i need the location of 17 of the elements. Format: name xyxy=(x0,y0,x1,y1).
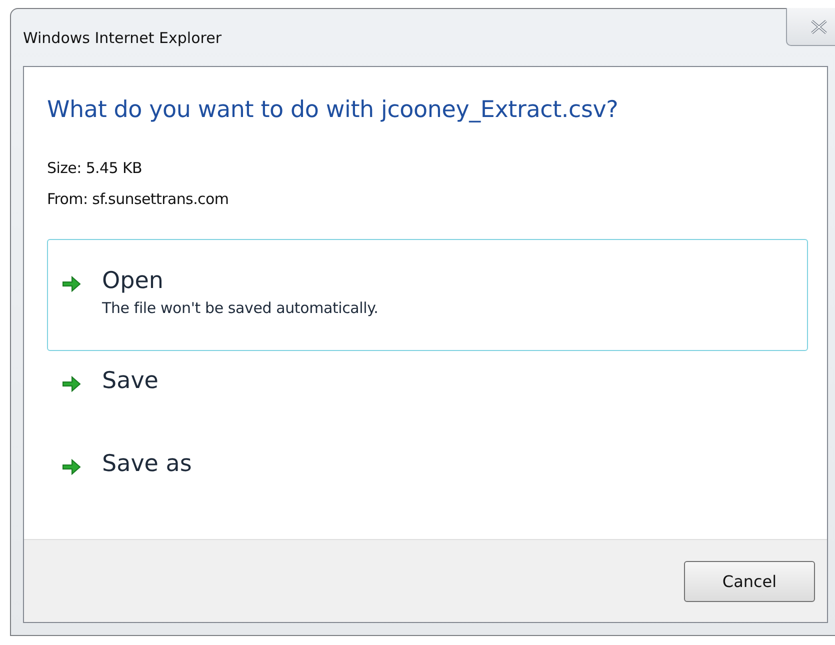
option-label: Save as xyxy=(102,451,192,477)
arrow-icon xyxy=(62,375,82,393)
file-detail: Size: 5.45 KB xyxy=(47,158,144,179)
close-icon xyxy=(810,20,828,34)
window-title: Windows Internet Explorer xyxy=(23,29,222,47)
arrow-icon xyxy=(62,275,82,293)
option-button[interactable]: Save xyxy=(47,351,808,434)
option-label: Open xyxy=(102,268,164,294)
dialog-question: What do you want to do with jcooney_Extract.csv? xyxy=(47,97,620,123)
option-label: Save xyxy=(102,368,158,394)
option-button[interactable]: Open The file won't be saved automatically. xyxy=(47,239,808,351)
file-detail: From: sf.sunsettrans.com xyxy=(47,189,230,210)
cancel-button[interactable]: Cancel xyxy=(684,560,815,602)
option-button[interactable]: Save as xyxy=(47,434,808,517)
arrow-icon xyxy=(62,458,82,476)
option-description: The file won't be saved automatically. xyxy=(102,299,378,317)
close-button[interactable] xyxy=(786,8,835,46)
